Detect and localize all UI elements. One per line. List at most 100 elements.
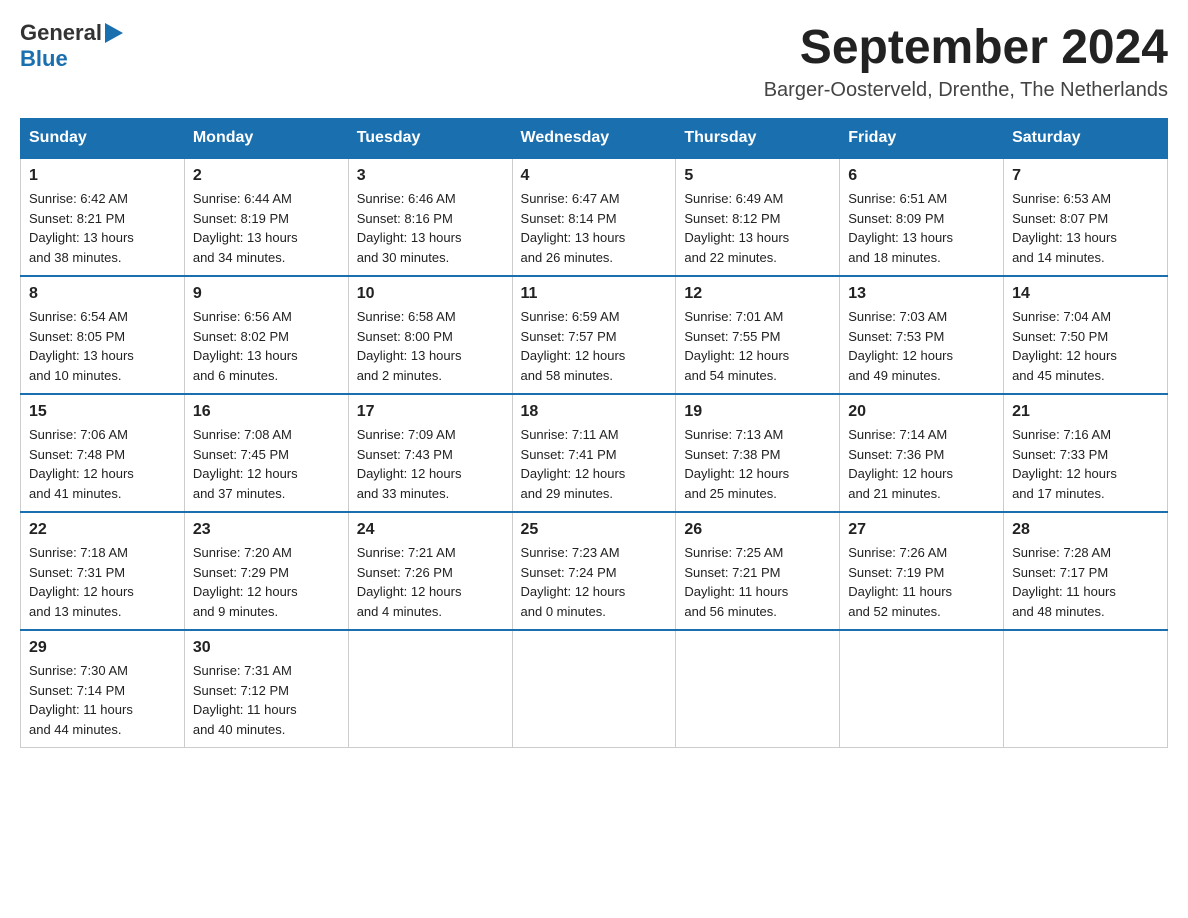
day-number: 11 [521, 285, 668, 303]
day-info: Sunrise: 7:13 AMSunset: 7:38 PMDaylight:… [684, 425, 831, 503]
header-monday: Monday [184, 119, 348, 159]
calendar-cell: 18 Sunrise: 7:11 AMSunset: 7:41 PMDayligh… [512, 394, 676, 512]
calendar-cell: 20 Sunrise: 7:14 AMSunset: 7:36 PMDayligh… [840, 394, 1004, 512]
day-number: 25 [521, 521, 668, 539]
header-wednesday: Wednesday [512, 119, 676, 159]
day-info: Sunrise: 6:42 AMSunset: 8:21 PMDaylight:… [29, 189, 176, 267]
calendar-cell: 15Sunrise: 7:06 AMSunset: 7:48 PMDayligh… [21, 394, 185, 512]
location-title: Barger-Oosterveld, Drenthe, The Netherla… [764, 79, 1168, 102]
header-tuesday: Tuesday [348, 119, 512, 159]
calendar-cell: 3Sunrise: 6:46 AMSunset: 8:16 PMDaylight… [348, 158, 512, 276]
day-number: 5 [684, 167, 831, 185]
calendar-cell: 2 Sunrise: 6:44 AMSunset: 8:19 PMDaylight… [184, 158, 348, 276]
day-number: 23 [193, 521, 340, 539]
calendar-cell: 11 Sunrise: 6:59 AMSunset: 7:57 PMDayligh… [512, 276, 676, 394]
calendar-cell [512, 630, 676, 748]
day-info: Sunrise: 7:26 AMSunset: 7:19 PMDaylight:… [848, 543, 995, 621]
day-number: 3 [357, 167, 504, 185]
calendar-cell: 22 Sunrise: 7:18 AMSunset: 7:31 PMDayligh… [21, 512, 185, 630]
header-saturday: Saturday [1004, 119, 1168, 159]
day-number: 8 [29, 285, 176, 303]
day-number: 26 [684, 521, 831, 539]
calendar-cell [348, 630, 512, 748]
day-number: 9 [193, 285, 340, 303]
calendar-cell: 29Sunrise: 7:30 AMSunset: 7:14 PMDayligh… [21, 630, 185, 748]
month-title: September 2024 [764, 20, 1168, 75]
day-info: Sunrise: 7:03 AMSunset: 7:53 PMDaylight:… [848, 307, 995, 385]
calendar-cell: 25 Sunrise: 7:23 AMSunset: 7:24 PMDayligh… [512, 512, 676, 630]
day-info: Sunrise: 7:28 AMSunset: 7:17 PMDaylight:… [1012, 543, 1159, 621]
calendar-cell [840, 630, 1004, 748]
calendar-cell: 13 Sunrise: 7:03 AMSunset: 7:53 PMDayligh… [840, 276, 1004, 394]
day-info: Sunrise: 7:04 AMSunset: 7:50 PMDaylight:… [1012, 307, 1159, 385]
calendar-table: SundayMondayTuesdayWednesdayThursdayFrid… [20, 118, 1168, 748]
calendar-header-row: SundayMondayTuesdayWednesdayThursdayFrid… [21, 119, 1168, 159]
day-info: Sunrise: 7:25 AMSunset: 7:21 PMDaylight:… [684, 543, 831, 621]
calendar-week-1: 1Sunrise: 6:42 AMSunset: 8:21 PMDaylight… [21, 158, 1168, 276]
day-number: 14 [1012, 285, 1159, 303]
day-info: Sunrise: 7:06 AMSunset: 7:48 PMDaylight:… [29, 425, 176, 503]
day-number: 28 [1012, 521, 1159, 539]
day-info: Sunrise: 6:59 AMSunset: 7:57 PMDaylight:… [521, 307, 668, 385]
day-number: 29 [29, 639, 176, 657]
day-number: 6 [848, 167, 995, 185]
header-sunday: Sunday [21, 119, 185, 159]
calendar-cell [676, 630, 840, 748]
day-info: Sunrise: 7:01 AMSunset: 7:55 PMDaylight:… [684, 307, 831, 385]
day-info: Sunrise: 7:09 AMSunset: 7:43 PMDaylight:… [357, 425, 504, 503]
day-info: Sunrise: 7:31 AMSunset: 7:12 PMDaylight:… [193, 661, 340, 739]
day-info: Sunrise: 7:18 AMSunset: 7:31 PMDaylight:… [29, 543, 176, 621]
day-number: 21 [1012, 403, 1159, 421]
day-info: Sunrise: 7:11 AMSunset: 7:41 PMDaylight:… [521, 425, 668, 503]
day-info: Sunrise: 6:54 AMSunset: 8:05 PMDaylight:… [29, 307, 176, 385]
day-info: Sunrise: 6:51 AMSunset: 8:09 PMDaylight:… [848, 189, 995, 267]
day-number: 13 [848, 285, 995, 303]
header-friday: Friday [840, 119, 1004, 159]
calendar-cell: 7Sunrise: 6:53 AMSunset: 8:07 PMDaylight… [1004, 158, 1168, 276]
day-number: 2 [193, 167, 340, 185]
day-number: 18 [521, 403, 668, 421]
calendar-cell [1004, 630, 1168, 748]
calendar-cell: 16Sunrise: 7:08 AMSunset: 7:45 PMDayligh… [184, 394, 348, 512]
day-number: 20 [848, 403, 995, 421]
day-info: Sunrise: 7:16 AMSunset: 7:33 PMDaylight:… [1012, 425, 1159, 503]
calendar-cell: 8 Sunrise: 6:54 AMSunset: 8:05 PMDaylight… [21, 276, 185, 394]
calendar-week-3: 15Sunrise: 7:06 AMSunset: 7:48 PMDayligh… [21, 394, 1168, 512]
day-info: Sunrise: 7:23 AMSunset: 7:24 PMDaylight:… [521, 543, 668, 621]
day-info: Sunrise: 7:14 AMSunset: 7:36 PMDaylight:… [848, 425, 995, 503]
calendar-cell: 12 Sunrise: 7:01 AMSunset: 7:55 PMDayligh… [676, 276, 840, 394]
calendar-cell: 10Sunrise: 6:58 AMSunset: 8:00 PMDayligh… [348, 276, 512, 394]
title-section: September 2024 Barger-Oosterveld, Drenth… [764, 20, 1168, 102]
calendar-cell: 19 Sunrise: 7:13 AMSunset: 7:38 PMDayligh… [676, 394, 840, 512]
day-info: Sunrise: 6:49 AMSunset: 8:12 PMDaylight:… [684, 189, 831, 267]
day-number: 12 [684, 285, 831, 303]
day-number: 4 [521, 167, 668, 185]
calendar-week-4: 22 Sunrise: 7:18 AMSunset: 7:31 PMDayligh… [21, 512, 1168, 630]
calendar-week-2: 8 Sunrise: 6:54 AMSunset: 8:05 PMDaylight… [21, 276, 1168, 394]
day-info: Sunrise: 6:53 AMSunset: 8:07 PMDaylight:… [1012, 189, 1159, 267]
logo: General Blue [20, 20, 123, 72]
page-header: General Blue September 2024 Barger-Ooste… [20, 20, 1168, 102]
calendar-cell: 6 Sunrise: 6:51 AMSunset: 8:09 PMDaylight… [840, 158, 1004, 276]
calendar-cell: 28 Sunrise: 7:28 AMSunset: 7:17 PMDayligh… [1004, 512, 1168, 630]
day-info: Sunrise: 6:47 AMSunset: 8:14 PMDaylight:… [521, 189, 668, 267]
day-number: 19 [684, 403, 831, 421]
day-number: 16 [193, 403, 340, 421]
day-info: Sunrise: 7:20 AMSunset: 7:29 PMDaylight:… [193, 543, 340, 621]
day-info: Sunrise: 7:21 AMSunset: 7:26 PMDaylight:… [357, 543, 504, 621]
logo-arrow-icon [105, 23, 123, 43]
calendar-cell: 23 Sunrise: 7:20 AMSunset: 7:29 PMDayligh… [184, 512, 348, 630]
calendar-cell: 17 Sunrise: 7:09 AMSunset: 7:43 PMDayligh… [348, 394, 512, 512]
day-info: Sunrise: 6:44 AMSunset: 8:19 PMDaylight:… [193, 189, 340, 267]
calendar-cell: 14 Sunrise: 7:04 AMSunset: 7:50 PMDayligh… [1004, 276, 1168, 394]
day-number: 17 [357, 403, 504, 421]
calendar-cell: 24Sunrise: 7:21 AMSunset: 7:26 PMDayligh… [348, 512, 512, 630]
calendar-cell: 27 Sunrise: 7:26 AMSunset: 7:19 PMDayligh… [840, 512, 1004, 630]
day-number: 27 [848, 521, 995, 539]
day-number: 30 [193, 639, 340, 657]
calendar-cell: 26 Sunrise: 7:25 AMSunset: 7:21 PMDayligh… [676, 512, 840, 630]
calendar-cell: 1Sunrise: 6:42 AMSunset: 8:21 PMDaylight… [21, 158, 185, 276]
logo-blue: Blue [20, 46, 68, 71]
day-number: 22 [29, 521, 176, 539]
day-info: Sunrise: 6:58 AMSunset: 8:00 PMDaylight:… [357, 307, 504, 385]
